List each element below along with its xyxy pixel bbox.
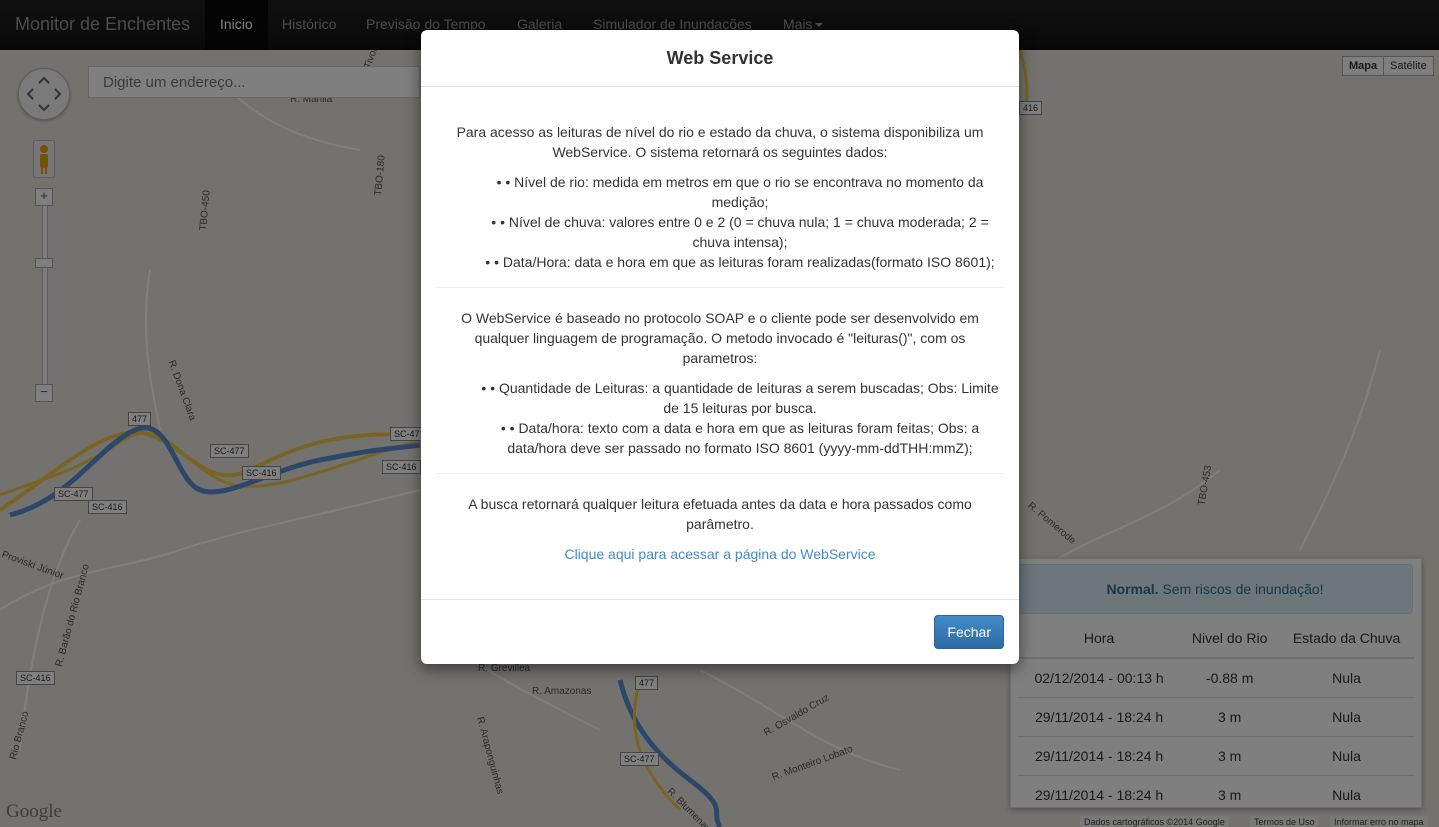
divider	[436, 287, 1004, 288]
modal-header: Web Service	[421, 30, 1019, 87]
list-item: • Quantidade de Leituras: a quantidade d…	[476, 378, 1004, 418]
modal-footer: Fechar	[421, 599, 1019, 665]
protocol-text: O WebService é baseado no protocolo SOAP…	[461, 310, 979, 366]
webservice-link[interactable]: Clique aqui para acessar a página do Web…	[564, 546, 875, 562]
list-item: • Data/hora: texto com a data e hora em …	[476, 418, 1004, 458]
intro-text: Para acesso as leituras de nível do rio …	[456, 124, 984, 160]
parameters-list: • Quantidade de Leituras: a quantidade d…	[436, 378, 1004, 458]
modal-body: Para acesso as leituras de nível do rio …	[436, 87, 1004, 599]
data-fields-list: • Nível de rio: medida em metros em que …	[436, 172, 1004, 272]
search-note-text: A busca retornará qualquer leitura efetu…	[468, 496, 972, 532]
list-item: • Nível de chuva: valores entre 0 e 2 (0…	[476, 212, 1004, 252]
list-item: • Data/Hora: data e hora em que as leitu…	[476, 252, 1004, 272]
divider	[436, 473, 1004, 474]
list-item: • Nível de rio: medida em metros em que …	[476, 172, 1004, 212]
close-button[interactable]: Fechar	[934, 615, 1004, 649]
modal-title: Web Service	[666, 48, 774, 68]
webservice-modal: Web Service Para acesso as leituras de n…	[421, 30, 1019, 664]
